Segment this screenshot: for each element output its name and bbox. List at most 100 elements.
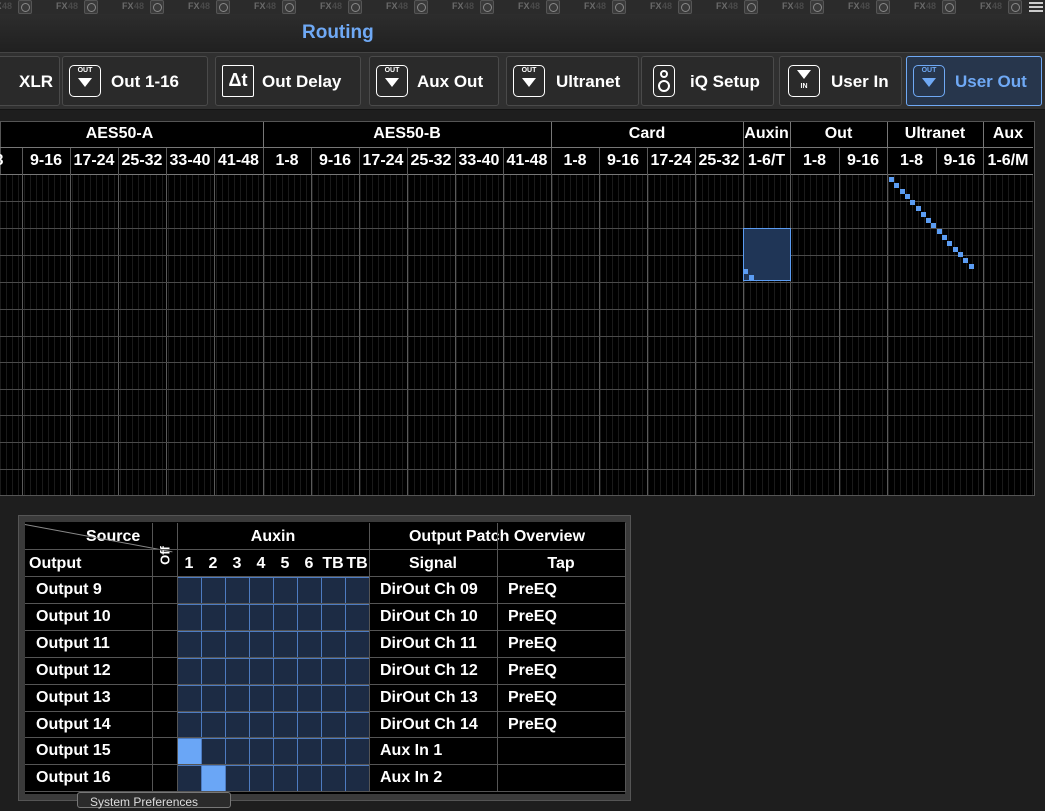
auxin-patch-cell[interactable] [177, 631, 202, 658]
auxin-patch-cell[interactable] [321, 577, 346, 604]
auxin-patch-cell[interactable] [297, 577, 322, 604]
auxin-patch-cell[interactable] [177, 738, 202, 765]
table-row-divider [25, 630, 625, 631]
auxin-column-header: TB [322, 555, 344, 572]
auxin-patch-cell[interactable] [225, 658, 250, 685]
off-cell[interactable] [152, 604, 177, 630]
auxin-patch-cell[interactable] [321, 685, 346, 712]
auxin-patch-cell[interactable] [273, 712, 298, 739]
auxin-patch-cell[interactable] [345, 577, 370, 604]
auxin-patch-cell[interactable] [273, 765, 298, 792]
auxin-patch-cell[interactable] [297, 685, 322, 712]
off-cell[interactable] [152, 765, 177, 791]
auxin-patch-cell[interactable] [201, 765, 226, 792]
auxin-patch-cell[interactable] [201, 685, 226, 712]
auxin-patch-cell[interactable] [273, 631, 298, 658]
auxin-patch-cell[interactable] [249, 604, 274, 631]
auxin-patch-cell[interactable] [345, 738, 370, 765]
auxin-patch-cell[interactable] [345, 765, 370, 792]
table-row-divider [25, 603, 625, 604]
auxin-column-header: 4 [256, 555, 266, 572]
auxin-patch-cell[interactable] [321, 658, 346, 685]
signal-value: DirOut Ch 11 [380, 635, 477, 652]
auxin-patch-cell[interactable] [321, 631, 346, 658]
output-header: Output [29, 555, 82, 572]
output-row-label: Output 9 [36, 581, 102, 598]
auxin-patch-cell[interactable] [201, 738, 226, 765]
auxin-patch-cell[interactable] [225, 765, 250, 792]
signal-header: Signal [408, 555, 457, 572]
auxin-patch-cell[interactable] [177, 685, 202, 712]
auxin-patch-cell[interactable] [177, 712, 202, 739]
auxin-patch-cell[interactable] [345, 685, 370, 712]
auxin-patch-cell[interactable] [345, 712, 370, 739]
auxin-patch-cell[interactable] [321, 738, 346, 765]
auxin-patch-cell[interactable] [249, 577, 274, 604]
auxin-patch-cell[interactable] [177, 658, 202, 685]
off-cell[interactable] [152, 685, 177, 711]
auxin-patch-cell[interactable] [297, 658, 322, 685]
table-row-divider [25, 657, 625, 658]
auxin-patch-cell[interactable] [225, 685, 250, 712]
auxin-patch-cell[interactable] [297, 765, 322, 792]
auxin-patch-cell[interactable] [273, 577, 298, 604]
auxin-patch-cell[interactable] [201, 604, 226, 631]
auxin-patch-cell[interactable] [273, 685, 298, 712]
off-cell[interactable] [152, 738, 177, 764]
auxin-patch-cell[interactable] [297, 712, 322, 739]
table-row-divider [25, 576, 625, 577]
auxin-patch-cell[interactable] [297, 631, 322, 658]
auxin-patch-cell[interactable] [249, 765, 274, 792]
auxin-patch-cell[interactable] [345, 658, 370, 685]
table-column-divider [152, 523, 153, 792]
off-cell[interactable] [152, 712, 177, 738]
table-column-divider [497, 523, 498, 792]
auxin-patch-cell[interactable] [273, 604, 298, 631]
auxin-patch-cell[interactable] [225, 577, 250, 604]
auxin-patch-cell[interactable] [225, 604, 250, 631]
auxin-patch-cell[interactable] [225, 631, 250, 658]
signal-value: Aux In 2 [380, 769, 443, 786]
table-column-divider [625, 523, 626, 792]
auxin-patch-cell[interactable] [225, 738, 250, 765]
auxin-patch-cell[interactable] [177, 577, 202, 604]
tooltip: System Preferences [77, 792, 231, 809]
auxin-patch-cell[interactable] [177, 604, 202, 631]
auxin-patch-cell[interactable] [297, 604, 322, 631]
auxin-patch-cell[interactable] [201, 631, 226, 658]
auxin-patch-cell[interactable] [321, 765, 346, 792]
auxin-patch-cell[interactable] [201, 577, 226, 604]
auxin-column-header: 2 [208, 555, 218, 572]
auxin-patch-cell[interactable] [297, 738, 322, 765]
auxin-patch-cell[interactable] [177, 765, 202, 792]
auxin-patch-cell[interactable] [321, 712, 346, 739]
auxin-patch-cell[interactable] [345, 631, 370, 658]
auxin-column-header: 1 [184, 555, 194, 572]
auxin-patch-cell[interactable] [249, 712, 274, 739]
auxin-patch-cell[interactable] [201, 658, 226, 685]
output-row-label: Output 10 [36, 608, 111, 625]
off-cell[interactable] [152, 577, 177, 603]
auxin-patch-cell[interactable] [225, 712, 250, 739]
auxin-patch-cell[interactable] [249, 685, 274, 712]
signal-value: DirOut Ch 13 [380, 689, 478, 706]
off-cell[interactable] [152, 658, 177, 684]
auxin-patch-cell[interactable] [345, 604, 370, 631]
signal-value: DirOut Ch 09 [380, 581, 478, 598]
auxin-patch-cell[interactable] [201, 712, 226, 739]
signal-value: Aux In 1 [380, 742, 443, 759]
table-row-divider [25, 684, 625, 685]
auxin-patch-cell[interactable] [273, 658, 298, 685]
auxin-patch-cell[interactable] [321, 604, 346, 631]
auxin-patch-cell[interactable] [249, 631, 274, 658]
off-cell[interactable] [152, 631, 177, 657]
tap-value: PreEQ [508, 581, 557, 598]
auxin-patch-cell[interactable] [249, 738, 274, 765]
auxin-patch-cell[interactable] [273, 738, 298, 765]
tap-value: PreEQ [508, 716, 557, 733]
table-column-divider [177, 523, 178, 792]
auxin-column-header: 6 [304, 555, 314, 572]
auxin-patch-cell[interactable] [249, 658, 274, 685]
table-row-divider [25, 711, 625, 712]
output-row-label: Output 11 [36, 635, 110, 652]
